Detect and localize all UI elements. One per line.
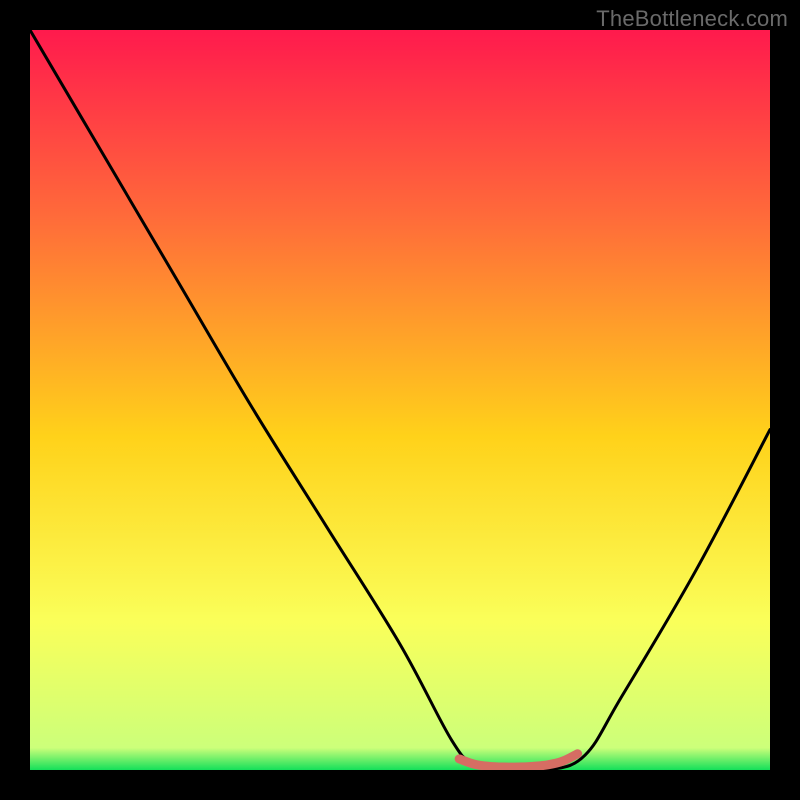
- plot-area: [30, 30, 770, 770]
- bottleneck-chart: [30, 30, 770, 770]
- gradient-background: [30, 30, 770, 770]
- chart-frame: TheBottleneck.com: [0, 0, 800, 800]
- watermark-label: TheBottleneck.com: [596, 6, 788, 32]
